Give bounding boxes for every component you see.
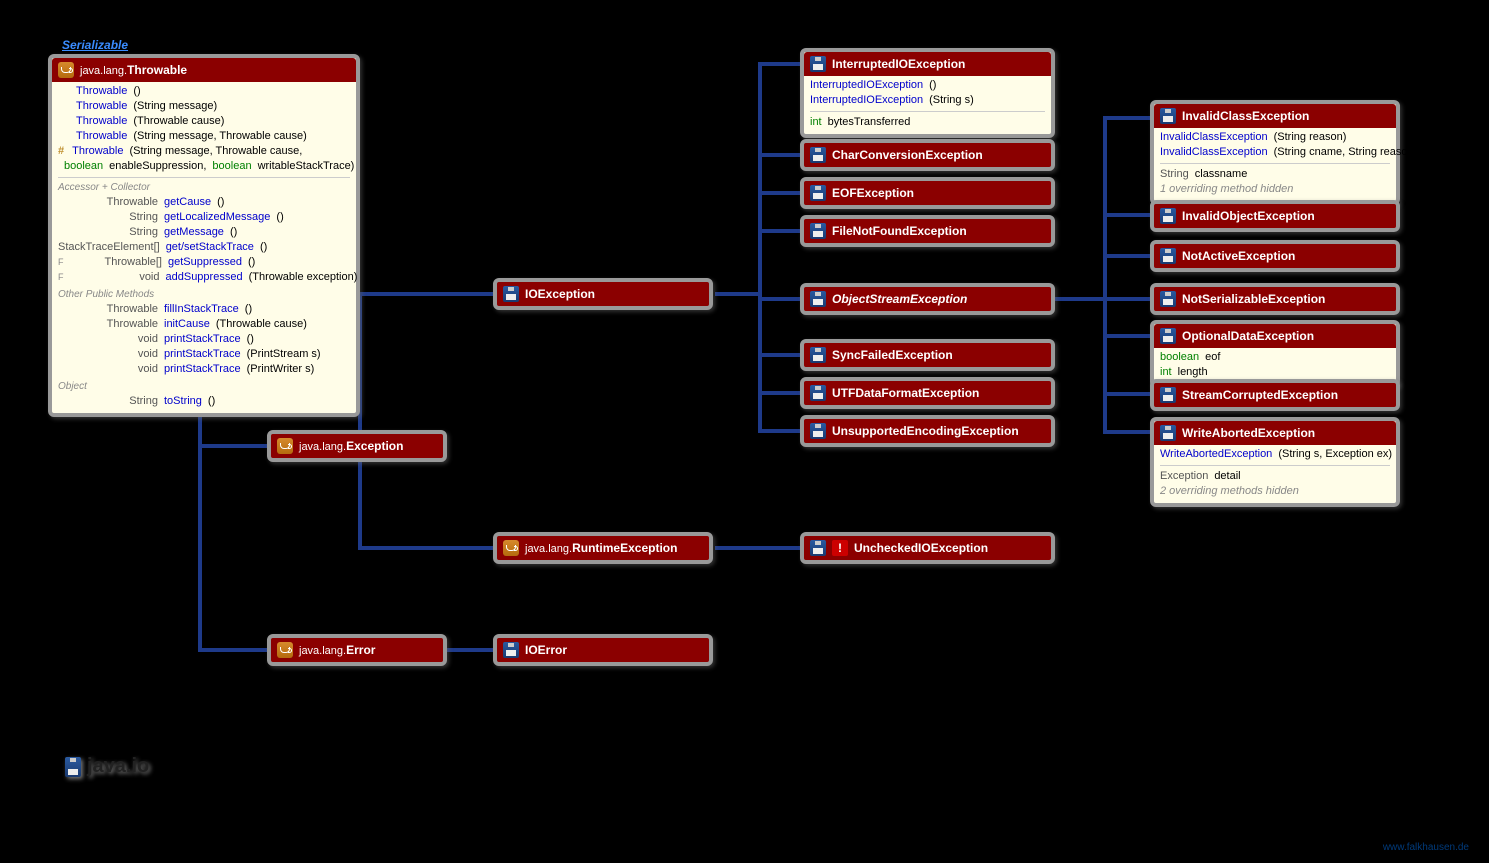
class-icon [277, 642, 293, 658]
class-invalidobjectexception: InvalidObjectException [1150, 200, 1400, 232]
disk-icon [810, 185, 826, 201]
disk-icon [1160, 108, 1176, 124]
footer-link[interactable]: www.falkhausen.de [1383, 842, 1469, 853]
disk-icon [810, 423, 826, 439]
class-objectstreamexception: ObjectStreamException [800, 283, 1055, 315]
class-writeabortedexception: WriteAbortedException WriteAbortedExcept… [1150, 417, 1400, 507]
package-label: java.io [65, 755, 149, 778]
disk-icon [810, 347, 826, 363]
class-uncheckedioexception: !UncheckedIOException [800, 532, 1055, 564]
class-interruptedioexception: InterruptedIOException InterruptedIOExce… [800, 48, 1055, 138]
bang-icon: ! [832, 540, 848, 556]
class-error: java.lang.Error [267, 634, 447, 666]
class-exception: java.lang.Exception [267, 430, 447, 462]
class-invalidclassexception: InvalidClassException InvalidClassExcept… [1150, 100, 1400, 205]
class-runtimeexception: java.lang.RuntimeException [493, 532, 713, 564]
disk-icon [503, 286, 519, 302]
disk-icon [1160, 387, 1176, 403]
disk-icon [810, 223, 826, 239]
disk-icon [1160, 425, 1176, 441]
disk-icon [1160, 328, 1176, 344]
class-icon [503, 540, 519, 556]
disk-icon [1160, 248, 1176, 264]
class-eofexception: EOFException [800, 177, 1055, 209]
class-streamcorruptedexception: StreamCorruptedException [1150, 379, 1400, 411]
class-ioerror: IOError [493, 634, 713, 666]
class-filenotfoundexception: FileNotFoundException [800, 215, 1055, 247]
disk-icon [1160, 208, 1176, 224]
class-notactiveexception: NotActiveException [1150, 240, 1400, 272]
disk-icon [810, 56, 826, 72]
disk-icon [810, 147, 826, 163]
disk-icon [810, 291, 826, 307]
class-syncfailedexception: SyncFailedException [800, 339, 1055, 371]
class-notserializableexception: NotSerializableException [1150, 283, 1400, 315]
class-utfdataformatexception: UTFDataFormatException [800, 377, 1055, 409]
disk-icon [810, 385, 826, 401]
disk-icon [1160, 291, 1176, 307]
disk-icon [65, 757, 81, 777]
disk-icon [503, 642, 519, 658]
serializable-link[interactable]: Serializable [62, 38, 128, 52]
class-icon [277, 438, 293, 454]
class-unsupportedencodingexception: UnsupportedEncodingException [800, 415, 1055, 447]
class-throwable: java.lang.Throwable Throwable() Throwabl… [48, 54, 360, 417]
throwable-body: Throwable() Throwable(String message) Th… [52, 82, 356, 413]
disk-icon [810, 540, 826, 556]
class-ioexception: IOException [493, 278, 713, 310]
class-optionaldataexception: OptionalDataException booleaneof intleng… [1150, 320, 1400, 388]
class-charconversionexception: CharConversionException [800, 139, 1055, 171]
class-icon [58, 62, 74, 78]
